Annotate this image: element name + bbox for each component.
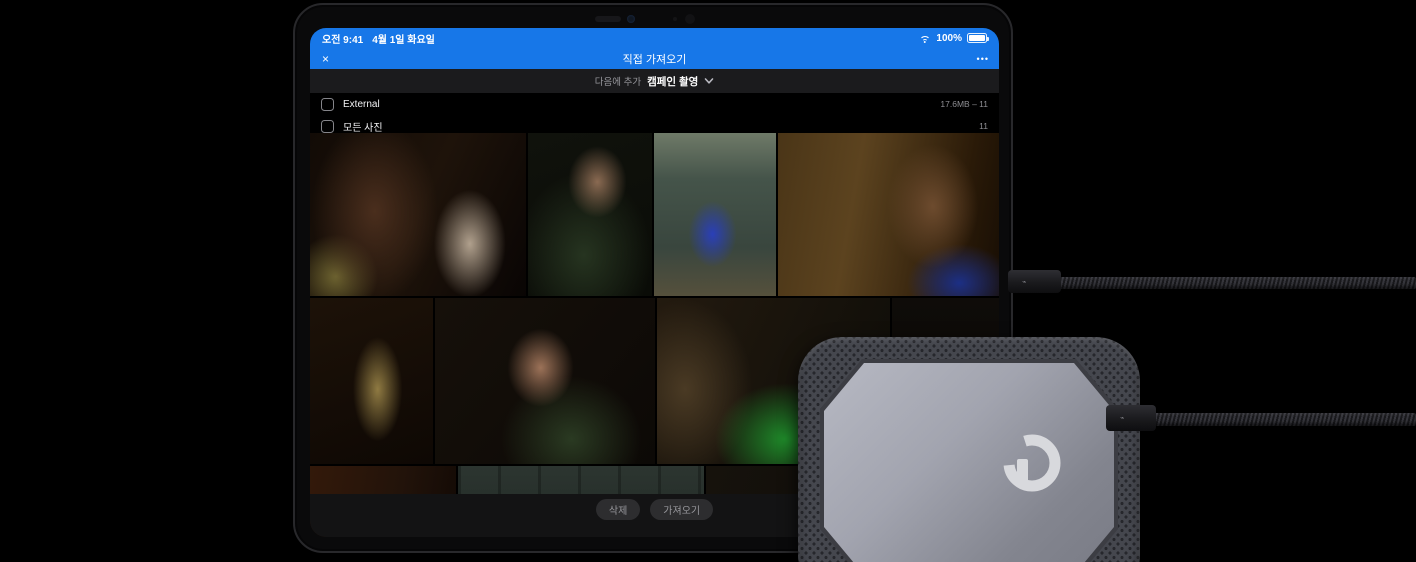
clock-time: 오전 9:41: [322, 34, 364, 46]
photo-thumbnail[interactable]: [778, 133, 999, 296]
delete-button[interactable]: 삭제: [595, 499, 641, 520]
thunderbolt-icon: ⌁: [1022, 278, 1027, 286]
photo-thumbnail[interactable]: [528, 133, 652, 296]
external-ssd-drive: [798, 337, 1140, 562]
chevron-down-icon: [704, 78, 714, 84]
photo-thumbnail[interactable]: [654, 133, 776, 296]
status-bar: 오전 9:41 4월 1일 화요일 100%: [310, 28, 999, 48]
sensor-pill: [595, 16, 621, 22]
wifi-icon: [918, 33, 931, 43]
more-options-icon[interactable]: •••: [977, 54, 989, 64]
checkbox-external[interactable]: [321, 97, 334, 111]
drive-faceplate: [824, 363, 1114, 562]
photo-thumbnail[interactable]: [310, 133, 526, 296]
usb-c-connector-ipad: ⌁: [1008, 270, 1061, 293]
usb-c-connector-ssd: ⌁: [1106, 405, 1156, 431]
source-row-external[interactable]: External 17.6MB – 11: [310, 93, 999, 115]
sensor-ring: [685, 14, 695, 24]
destination-album-name: 캠페인 촬영: [647, 75, 699, 88]
front-camera-array: [595, 13, 705, 25]
source-list: External 17.6MB – 11 모든 사진 11: [310, 93, 999, 137]
thunderbolt-icon: ⌁: [1120, 415, 1125, 422]
page-title: 직접 가져오기: [622, 53, 687, 66]
source-detail: 11: [979, 121, 988, 131]
import-button[interactable]: 가져오기: [650, 499, 714, 520]
mic-dot: [673, 17, 677, 21]
scene: 오전 9:41 4월 1일 화요일 100% × 직접 가져오기 ••• 다음에…: [0, 0, 1416, 562]
source-detail: 17.6MB – 11: [940, 99, 988, 109]
battery-full-icon: [967, 33, 989, 43]
nav-bar: × 직접 가져오기 •••: [310, 48, 999, 69]
close-icon[interactable]: ×: [322, 52, 329, 66]
battery-percent: 100%: [936, 32, 962, 44]
checkbox-all-photos[interactable]: [321, 119, 334, 133]
source-label: 모든 사진: [343, 122, 383, 134]
usb-c-cable-ssd: [1152, 413, 1416, 426]
photo-thumbnail[interactable]: [435, 298, 655, 464]
front-camera-icon: [627, 15, 635, 23]
clock-date: 4월 1일 화요일: [372, 34, 435, 46]
drive-faceplate-bevel: [820, 359, 1118, 562]
destination-prefix-label: 다음에 추가: [594, 77, 642, 88]
usb-c-cable-ipad: [1058, 277, 1416, 289]
g-drive-logo: [996, 429, 1068, 501]
destination-bar[interactable]: 다음에 추가 캠페인 촬영: [310, 69, 999, 93]
source-label: External: [343, 98, 380, 110]
photo-thumbnail[interactable]: [310, 298, 433, 464]
